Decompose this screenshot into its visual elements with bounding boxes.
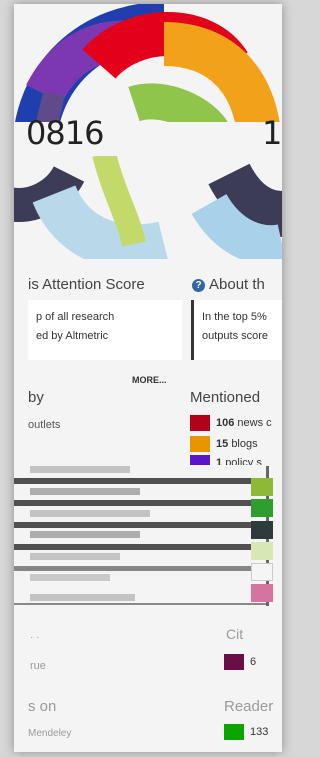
blogs-count: 15 (216, 437, 229, 450)
color-bar-1 (251, 478, 273, 496)
distorted-bar (14, 544, 266, 550)
attention-score: 0816 (26, 114, 104, 152)
attention-score-partial: 1( (262, 114, 282, 152)
readers-row[interactable]: 133 (224, 724, 268, 740)
faded-label-left: · · (30, 632, 40, 643)
color-bar-4 (251, 542, 273, 560)
blurred-line (30, 531, 140, 538)
readers-swatch (224, 724, 244, 740)
policy-label: policy s (225, 456, 262, 465)
distorted-bar (14, 500, 266, 506)
info-icon[interactable]: ? (192, 279, 205, 292)
attention-summary-line-2: ed by Altmetric (36, 330, 109, 342)
readers-heading: Reader (224, 698, 274, 715)
about-heading-label: About th (209, 276, 265, 293)
news-swatch (190, 415, 210, 431)
donut-segment-dark (208, 162, 282, 237)
distorted-bar (14, 522, 266, 528)
news-label: news c (237, 416, 272, 429)
mention-row-news[interactable]: 106 news c (190, 415, 272, 431)
policy-count: 1 (216, 456, 223, 465)
mendeley-label: Mendeley (28, 728, 72, 739)
attention-score-heading: is Attention Score (28, 276, 145, 293)
blurred-line (30, 553, 120, 560)
color-bar-6 (251, 584, 273, 602)
mentioned-by-heading: Mentioned (190, 389, 261, 406)
blurred-line (30, 594, 135, 601)
blurred-line (30, 574, 110, 581)
color-bar-5 (251, 563, 273, 581)
mentioned-by-outlets-label: outlets (28, 419, 61, 431)
readers-heading-left: s on (28, 698, 57, 715)
mention-row-policy[interactable]: 1 policy s (190, 455, 262, 465)
color-bar-2 (251, 499, 273, 517)
mentioned-by-heading-left: by (28, 389, 44, 406)
blurred-line (30, 510, 150, 517)
about-summary-line-2: outputs score (202, 330, 269, 342)
blurred-line (30, 488, 140, 495)
about-heading[interactable]: ? About th (192, 276, 265, 293)
citations-row[interactable]: 6 (224, 654, 256, 670)
attention-summary-line-1: p of all research (36, 311, 115, 323)
distorted-bar (14, 478, 266, 484)
policy-swatch (190, 455, 210, 465)
more-link[interactable]: MORE... (132, 375, 167, 385)
attention-summary-box: p of all research ed by Altmetric (28, 300, 182, 360)
blurred-line (30, 466, 130, 473)
blogs-label: blogs (231, 437, 258, 450)
faded-source-label: rue (30, 660, 46, 672)
mention-row-blogs[interactable]: 15 blogs (190, 436, 258, 452)
blogs-swatch (190, 436, 210, 452)
altmetric-details-page: 0816 1( is Attention Score ? About th p o… (14, 4, 282, 752)
citations-swatch (224, 654, 244, 670)
distorted-bar (14, 603, 266, 605)
citations-heading: Cit (226, 626, 244, 642)
distorted-bar (14, 566, 266, 571)
about-summary-line-1: In the top 5% (202, 311, 267, 323)
readers-count: 133 (250, 725, 269, 738)
news-count: 106 (216, 416, 235, 429)
about-summary-box: In the top 5% outputs score (191, 300, 282, 360)
color-bar-3 (251, 521, 273, 539)
citations-count: 6 (250, 655, 257, 668)
